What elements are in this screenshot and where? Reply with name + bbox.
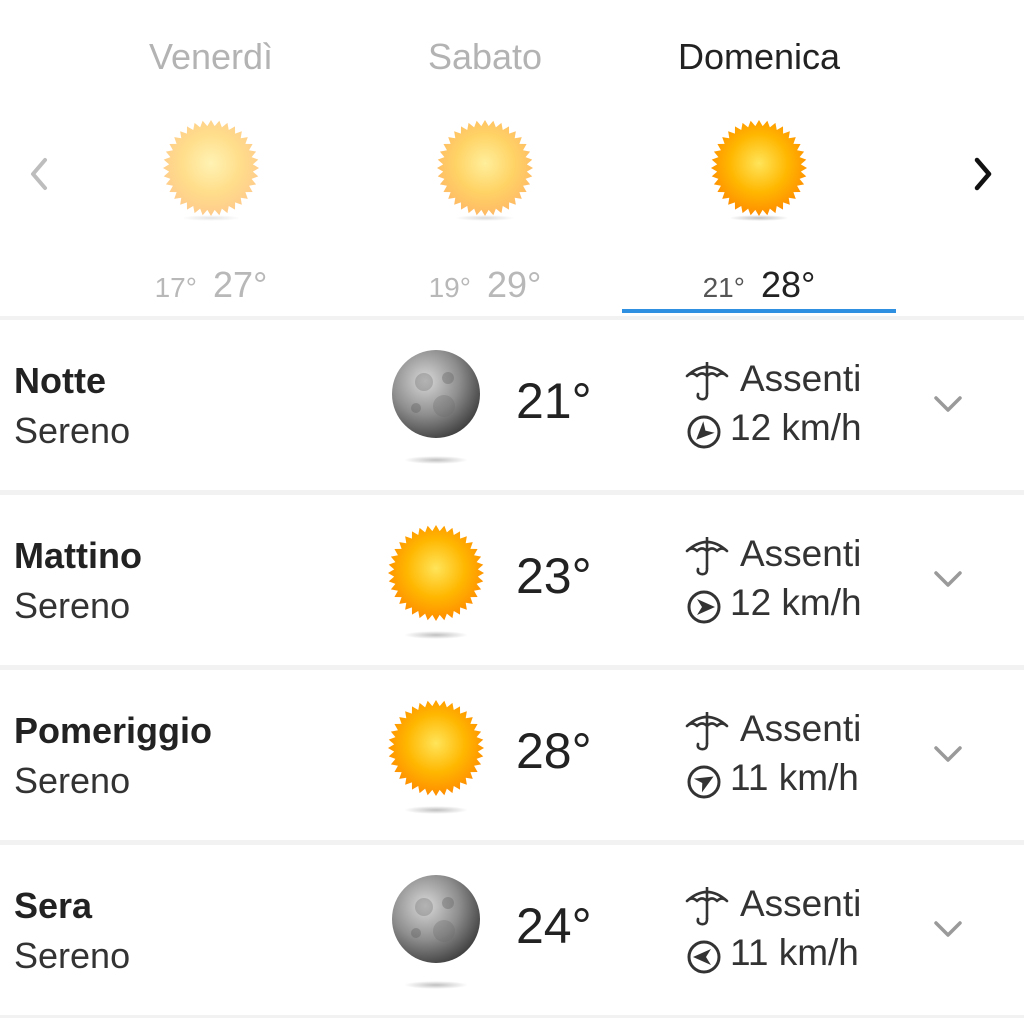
wind-speed-text: 11 km/h <box>730 757 859 798</box>
period-name: Mattino <box>14 535 142 576</box>
wind-direction-icon <box>687 415 721 449</box>
previous-day-button[interactable] <box>14 148 66 200</box>
day-tab-domenica[interactable]: Domenica 21° 28° <box>622 0 896 316</box>
condition-text: Sereno <box>14 585 131 626</box>
sun-icon <box>437 120 533 221</box>
precipitation-text: Assenti <box>740 883 862 924</box>
umbrella-icon <box>685 537 729 576</box>
period-temperature: 24° <box>516 898 592 954</box>
moon-icon <box>392 875 480 989</box>
period-temperature: 23° <box>516 548 592 604</box>
chevron-down-icon[interactable] <box>928 734 968 774</box>
condition-text: Sereno <box>14 410 131 451</box>
wind-speed-text: 11 km/h <box>730 932 859 973</box>
sun-icon <box>388 525 484 639</box>
max-temperature: 28° <box>760 264 816 305</box>
max-temperature: 27° <box>212 264 268 305</box>
precipitation-text: Assenti <box>740 708 862 749</box>
chevron-down-icon[interactable] <box>928 559 968 599</box>
max-temperature: 29° <box>486 264 542 305</box>
moon-icon <box>392 350 480 464</box>
period-name: Sera <box>14 885 93 926</box>
umbrella-icon <box>685 362 729 401</box>
selected-day-indicator <box>622 309 896 313</box>
chevron-down-icon[interactable] <box>928 384 968 424</box>
period-row-mattino[interactable]: Mattino Sereno 23° Assenti 12 km/h <box>0 495 1024 665</box>
period-temperature: 28° <box>516 723 592 779</box>
period-temperature: 21° <box>516 373 592 429</box>
chevron-right-icon <box>974 157 992 191</box>
min-temperature: 19° <box>428 272 471 303</box>
precipitation-text: Assenti <box>740 533 862 574</box>
day-name: Sabato <box>427 36 543 77</box>
min-temperature: 21° <box>702 272 745 303</box>
day-tab-sabato[interactable]: Sabato 19° 29° <box>348 0 622 316</box>
period-name: Pomeriggio <box>14 710 213 751</box>
day-temperatures: 19° 29° <box>348 264 622 306</box>
day-name: Venerdì <box>148 36 274 77</box>
condition-text: Sereno <box>14 760 131 801</box>
day-temperatures: 17° 27° <box>74 264 348 306</box>
chevron-down-icon[interactable] <box>928 909 968 949</box>
wind-direction-icon <box>687 590 721 624</box>
chevron-left-icon <box>31 158 47 190</box>
wind-speed-text: 12 km/h <box>730 582 862 623</box>
period-row-pomeriggio[interactable]: Pomeriggio Sereno 28° Assenti 11 km/h <box>0 670 1024 840</box>
day-temperatures: 21° 28° <box>622 264 896 306</box>
condition-text: Sereno <box>14 935 131 976</box>
wind-direction-icon <box>687 940 721 974</box>
wind-direction-icon <box>687 765 721 799</box>
day-name: Domenica <box>677 36 841 77</box>
next-day-button[interactable] <box>956 148 1008 200</box>
umbrella-icon <box>685 887 729 926</box>
sun-icon <box>163 120 259 221</box>
umbrella-icon <box>685 712 729 751</box>
day-selector: Venerdì 17° 27° Sabato 19° 29° Domenica 21… <box>0 0 1024 316</box>
min-temperature: 17° <box>154 272 197 303</box>
period-row-notte[interactable]: Notte Sereno 21° Assenti 12 km/h <box>0 320 1024 490</box>
precipitation-text: Assenti <box>740 358 862 399</box>
period-row-sera[interactable]: Sera Sereno 24° Assenti 11 km/h <box>0 845 1024 1015</box>
sun-icon <box>711 120 807 221</box>
day-tab-venerdi[interactable]: Venerdì 17° 27° <box>74 0 348 316</box>
sun-icon <box>388 700 484 814</box>
wind-speed-text: 12 km/h <box>730 407 862 448</box>
period-name: Notte <box>14 360 106 401</box>
